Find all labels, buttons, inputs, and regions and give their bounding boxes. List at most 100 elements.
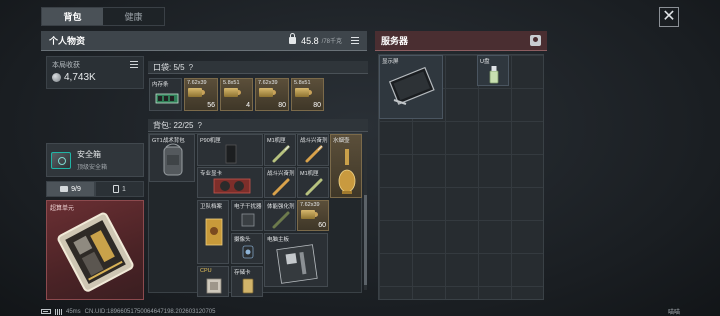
container-tabs: 9/9 1	[46, 181, 144, 197]
item-count: 4	[246, 102, 250, 109]
pocket-title: 口袋: 5/5	[153, 62, 185, 72]
item-camera[interactable]: 摄像头	[231, 233, 263, 264]
item-name: 摄像头	[234, 237, 251, 243]
syringe-icon	[305, 145, 323, 163]
ammo-icon	[295, 88, 312, 97]
item-name: 7.62x39	[300, 202, 320, 208]
server-header: 服务器	[375, 31, 547, 51]
usb-icon	[489, 66, 499, 84]
syringe-icon	[272, 145, 290, 163]
pocket-slot-ammo-1[interactable]: 7.62x39 56	[184, 78, 218, 111]
syringe-icon	[272, 178, 290, 196]
item-hookah[interactable]: 水烟壶	[330, 134, 362, 198]
item-graphics-card[interactable]: 专业显卡	[197, 167, 263, 198]
ammo-icon	[301, 210, 318, 219]
cpu-icon	[206, 278, 222, 294]
item-name: 电子干扰器	[234, 204, 262, 210]
help-icon[interactable]: ?	[189, 63, 193, 72]
receiver-icon	[225, 144, 237, 164]
item-tactical-backpack[interactable]: GT1战术背包	[149, 134, 195, 182]
monitor-icon	[388, 66, 435, 105]
item-name: 7.62x39	[187, 80, 207, 86]
help-icon[interactable]: ?	[197, 121, 201, 130]
gpu-icon	[213, 178, 251, 194]
top-tabs: 背包 健康	[41, 7, 165, 26]
item-enhancer[interactable]: 体能强化剂	[264, 200, 296, 231]
item-m1-receiver-2[interactable]: M1机匣	[297, 167, 329, 198]
pocket-slot-memory[interactable]: 内存条	[149, 78, 182, 111]
item-memory-card[interactable]: 存储卡	[231, 266, 263, 297]
item-m1-receiver[interactable]: M1机匣	[264, 134, 296, 166]
tab-items[interactable]: 9/9	[46, 181, 95, 197]
item-count: 60	[318, 222, 326, 229]
server-title: 服务器	[381, 36, 409, 46]
sd-card-icon	[242, 278, 254, 294]
card-icon	[113, 185, 120, 193]
document-icon	[205, 218, 223, 246]
item-electronic-jammer[interactable]: 电子干扰器	[231, 200, 263, 231]
weight-value: 45.8	[301, 35, 319, 46]
ammo-icon	[224, 88, 241, 97]
income-label: 本局收获	[52, 62, 80, 69]
item-name: U盘	[480, 59, 490, 65]
item-name: 5.8x51	[294, 80, 311, 86]
backpack-title: 背包: 22/25	[153, 120, 194, 130]
supercomputing-unit-slot[interactable]: 超算单元	[46, 200, 144, 300]
backpack-scrollbar[interactable]	[364, 135, 367, 290]
bag-icon	[60, 186, 69, 192]
close-icon[interactable]: ✕	[659, 7, 679, 27]
weight-display: 45.8/78千克	[289, 33, 359, 46]
pocket-header: 口袋: 5/5 ?	[148, 61, 368, 74]
item-stimulant-2[interactable]: 战斗兴奋剂	[264, 167, 296, 198]
item-guard-archive[interactable]: 卫队档案	[197, 200, 229, 264]
hookah-icon	[338, 149, 356, 194]
income-value-row: 4,743K	[52, 72, 138, 83]
item-name: CPU	[200, 268, 212, 274]
item-name: 水烟壶	[333, 138, 350, 144]
uid-info: CN.UID:18966051750064647198.202603120705	[84, 308, 216, 315]
backpack-icon	[163, 143, 183, 176]
item-ammo-backpack[interactable]: 7.62x39 60	[297, 200, 329, 231]
tab-cards-label: 1	[122, 185, 126, 193]
coin-icon	[52, 73, 61, 82]
item-name: 战斗兴奋剂	[300, 138, 328, 144]
motherboard-icon	[276, 244, 318, 284]
memory-stick-icon	[155, 93, 179, 104]
safe-title: 安全箱	[77, 150, 101, 159]
lock-icon	[289, 33, 297, 44]
pocket-slot-ammo-2[interactable]: 5.8x51 4	[220, 78, 253, 111]
panel-title: 个人物资	[49, 36, 86, 46]
item-name: P90机匣	[200, 138, 221, 144]
corner-label: 喵喵	[668, 310, 681, 316]
safe-icon	[51, 151, 71, 169]
item-stimulant-1[interactable]: 战斗兴奋剂	[297, 134, 329, 166]
item-name: 存储卡	[234, 270, 251, 276]
list-icon[interactable]	[130, 61, 138, 68]
tab-health[interactable]: 健康	[103, 8, 164, 25]
safe-box[interactable]: 安全箱 顶级安全箱	[46, 143, 144, 177]
item-name: 7.62x39	[258, 80, 278, 86]
pocket-slot-ammo-3[interactable]: 7.62x39 80	[255, 78, 289, 111]
chip-icon	[241, 213, 255, 227]
item-cpu[interactable]: CPU	[197, 266, 229, 297]
item-p90-receiver[interactable]: P90机匣	[197, 134, 263, 166]
item-name: M1机匣	[267, 138, 286, 144]
income-box: 本局收获 4,743K	[46, 56, 144, 89]
pocket-slot-ammo-4[interactable]: 5.8x51 80	[291, 78, 324, 111]
tab-backpack[interactable]: 背包	[42, 8, 103, 25]
safe-subtitle: 顶级安全箱	[77, 165, 108, 171]
server-item-usb[interactable]: U盘	[477, 55, 509, 86]
ammo-icon	[259, 88, 276, 97]
tab-items-label: 9/9	[71, 185, 81, 193]
camera-icon	[242, 245, 254, 259]
personal-supplies-header: 个人物资 45.8/78千克	[41, 31, 367, 51]
list-icon[interactable]	[351, 37, 359, 44]
tab-cards[interactable]: 1	[95, 181, 144, 197]
pin-icon[interactable]	[530, 35, 541, 46]
item-motherboard[interactable]: 电脑主板	[264, 233, 328, 287]
ping-value: 45ms	[66, 308, 81, 315]
server-item-monitor[interactable]: 显示屏	[379, 55, 443, 119]
item-name: 电脑主板	[267, 237, 290, 243]
motherboard-icon	[57, 212, 134, 292]
item-name: 内存条	[152, 82, 169, 88]
